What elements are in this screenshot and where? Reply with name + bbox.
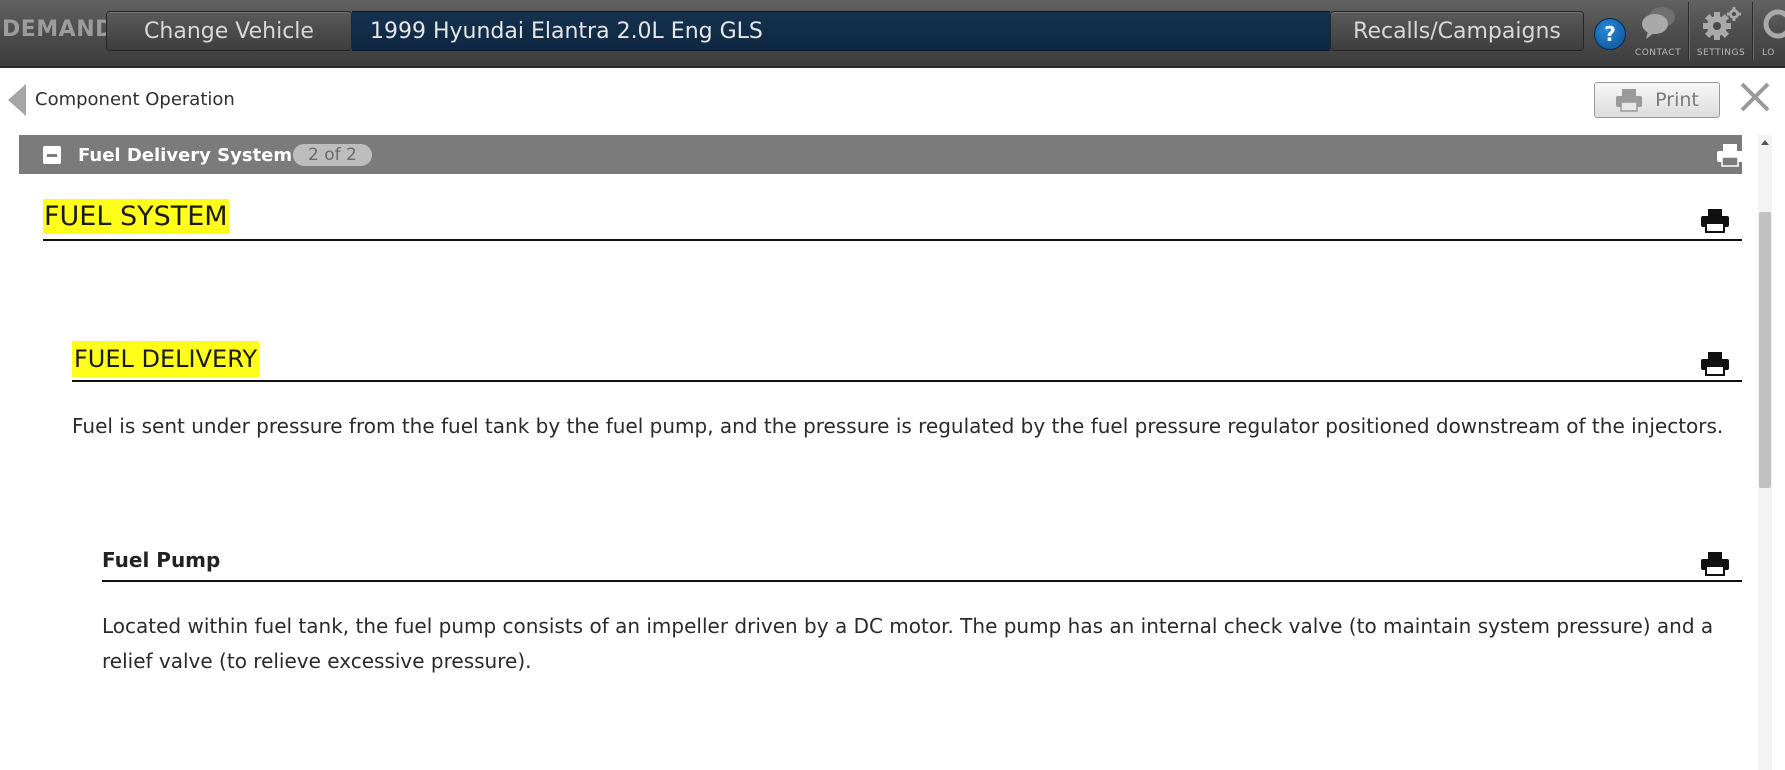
printer-icon[interactable] xyxy=(1700,351,1730,377)
heading-underline xyxy=(43,239,1742,241)
heading-fuel-delivery: FUEL DELIVERY xyxy=(72,341,260,377)
chat-bubbles-icon xyxy=(1642,7,1675,39)
section-counter: 2 of 2 xyxy=(293,144,372,166)
brand-logo: DEMAND xyxy=(2,17,114,42)
collapse-icon[interactable] xyxy=(43,146,61,164)
section-title: Fuel Delivery System xyxy=(78,145,293,166)
scrollbar-thumb[interactable] xyxy=(1759,212,1771,488)
vehicle-name: 1999 Hyundai Elantra 2.0L Eng GLS xyxy=(370,19,763,44)
fuel-delivery-paragraph: Fuel is sent under pressure from the fue… xyxy=(72,414,1724,438)
heading-underline xyxy=(102,580,1742,582)
close-icon[interactable] xyxy=(1738,80,1772,114)
breadcrumb[interactable]: Component Operation xyxy=(35,89,235,110)
printer-icon xyxy=(1616,89,1643,112)
printer-icon[interactable] xyxy=(1716,143,1744,167)
settings-button[interactable]: SETTINGS xyxy=(1692,4,1750,58)
change-vehicle-button[interactable]: Change Vehicle xyxy=(106,11,352,51)
fuel-pump-paragraph: Located within fuel tank, the fuel pump … xyxy=(102,614,1714,673)
logout-label: LO xyxy=(1762,48,1775,58)
printer-icon[interactable] xyxy=(1700,208,1730,234)
back-arrow-icon[interactable] xyxy=(8,84,26,116)
power-icon xyxy=(1763,9,1785,39)
top-toolbar: DEMAND Change Vehicle 1999 Hyundai Elant… xyxy=(0,0,1785,68)
help-icon[interactable]: ? xyxy=(1594,18,1626,50)
logout-button[interactable]: LO xyxy=(1756,4,1785,58)
heading-underline xyxy=(72,380,1742,382)
gear-icon xyxy=(1703,7,1741,40)
section-header: Fuel Delivery System 2 of 2 xyxy=(19,135,1744,174)
heading-fuel-pump: Fuel Pump xyxy=(102,548,221,572)
scroll-up-arrow-icon[interactable] xyxy=(1761,140,1769,145)
print-label: Print xyxy=(1655,89,1699,111)
contact-button[interactable]: CONTACT xyxy=(1630,4,1686,58)
heading-fuel-system: FUEL SYSTEM xyxy=(43,199,229,234)
contact-label: CONTACT xyxy=(1634,48,1682,58)
settings-label: SETTINGS xyxy=(1696,48,1746,58)
recalls-campaigns-button[interactable]: Recalls/Campaigns xyxy=(1330,11,1584,51)
toolbar-divider xyxy=(1752,2,1754,60)
printer-icon[interactable] xyxy=(1700,551,1730,577)
print-button[interactable]: Print xyxy=(1594,82,1720,118)
vehicle-selector[interactable]: 1999 Hyundai Elantra 2.0L Eng GLS xyxy=(352,11,1330,51)
toolbar-divider xyxy=(1688,2,1690,60)
